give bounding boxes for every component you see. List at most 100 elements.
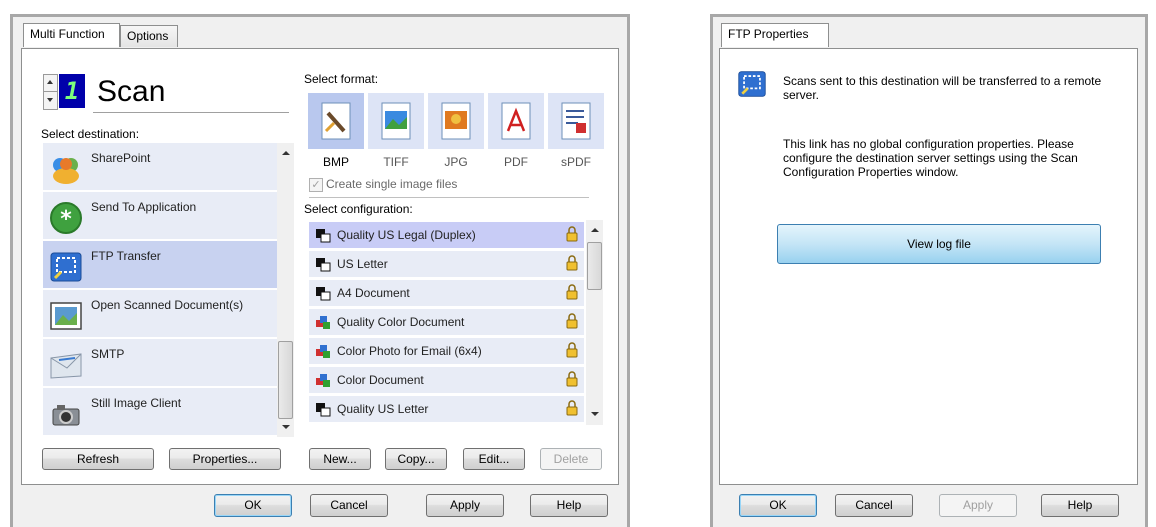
new-config-button[interactable]: New...: [309, 448, 371, 470]
ok-button[interactable]: OK: [739, 494, 817, 517]
lock-icon: [566, 255, 578, 271]
configuration-label: Color Document: [337, 373, 424, 387]
bw-config-icon: [316, 229, 331, 243]
format-pdf-label: PDF: [504, 155, 528, 169]
configuration-item[interactable]: Quality Color Document: [309, 309, 584, 335]
tab-multi-function[interactable]: Multi Function: [23, 23, 120, 47]
select-format-label: Select format:: [304, 72, 379, 86]
tab-options[interactable]: Options: [120, 25, 178, 47]
lock-icon: [566, 400, 578, 416]
tiff-format-icon: [381, 102, 411, 140]
destination-label: Send To Application: [91, 200, 197, 214]
scroll-down-icon[interactable]: [591, 412, 599, 416]
format-jpg-label: JPG: [444, 155, 468, 169]
destination-label: Open Scanned Document(s): [91, 298, 244, 312]
color-config-icon: [316, 316, 330, 329]
help-button[interactable]: Help: [530, 494, 608, 517]
spdf-format-icon: [561, 102, 591, 140]
format-bmp-label: BMP: [322, 155, 349, 169]
properties-button[interactable]: Properties...: [169, 448, 281, 470]
tab-ftp-properties[interactable]: FTP Properties: [721, 23, 829, 47]
destination-item-still-image-client[interactable]: Still Image Client: [43, 388, 283, 435]
cancel-button[interactable]: Cancel: [835, 494, 913, 517]
ftp-description: Scans sent to this destination will be t…: [783, 74, 1102, 102]
destination-label: Still Image Client: [91, 396, 182, 410]
ftp-properties-panel: [719, 48, 1138, 485]
help-button[interactable]: Help: [1041, 494, 1119, 517]
cancel-button[interactable]: Cancel: [310, 494, 388, 517]
ftp-transfer-icon: [50, 252, 82, 282]
configuration-item[interactable]: Quality US Letter: [309, 396, 584, 422]
scroll-thumb[interactable]: [587, 242, 602, 290]
ok-button[interactable]: OK: [214, 494, 292, 517]
bw-config-icon: [316, 403, 331, 417]
select-destination-label: Select destination:: [41, 127, 140, 141]
lock-icon: [566, 226, 578, 242]
apply-button[interactable]: Apply: [426, 494, 504, 517]
pdf-format-icon: [501, 102, 531, 140]
configuration-label: US Letter: [337, 257, 388, 271]
scroll-up-icon[interactable]: [282, 151, 290, 155]
destination-item-ftp-transfer[interactable]: FTP Transfer: [43, 241, 283, 288]
format-bmp-button[interactable]: [308, 93, 364, 149]
destination-item-sharepoint[interactable]: SharePoint: [43, 143, 283, 190]
scan-counter-spinner[interactable]: [43, 74, 58, 110]
configuration-scrollbar[interactable]: [586, 220, 603, 425]
multi-function-dialog: Multi Function Options 1 Scan Select des…: [10, 14, 630, 527]
color-config-icon: [316, 374, 330, 387]
refresh-button[interactable]: Refresh: [42, 448, 154, 470]
format-jpg-button[interactable]: [428, 93, 484, 149]
configuration-label: Quality Color Document: [337, 315, 465, 329]
destination-label: FTP Transfer: [91, 249, 161, 263]
apply-button[interactable]: Apply: [939, 494, 1017, 517]
format-spdf-button[interactable]: [548, 93, 604, 149]
lock-icon: [566, 284, 578, 300]
bw-config-icon: [316, 258, 331, 272]
destination-item-open-scanned-documents[interactable]: Open Scanned Document(s): [43, 290, 283, 337]
configuration-label: A4 Document: [337, 286, 410, 300]
destination-label: SMTP: [91, 347, 125, 361]
copy-config-button[interactable]: Copy...: [385, 448, 447, 470]
format-pdf-button[interactable]: [488, 93, 544, 149]
scan-counter-display: 1: [59, 74, 85, 108]
destination-scrollbar[interactable]: [277, 143, 294, 437]
configuration-item[interactable]: Quality US Legal (Duplex): [309, 222, 584, 248]
configuration-item[interactable]: Color Document: [309, 367, 584, 393]
destination-label: SharePoint: [91, 151, 151, 165]
ftp-properties-dialog: FTP Properties Scans sent to this destin…: [710, 14, 1148, 527]
bw-config-icon: [316, 287, 331, 301]
lock-icon: [566, 313, 578, 329]
scan-title: Scan: [97, 75, 166, 108]
configuration-item[interactable]: A4 Document: [309, 280, 584, 306]
configuration-item[interactable]: Color Photo for Email (6x4): [309, 338, 584, 364]
format-tiff-label: TIFF: [383, 155, 409, 169]
scroll-up-icon[interactable]: [591, 228, 599, 232]
create-single-image-checkbox[interactable]: ✓: [309, 178, 323, 192]
select-configuration-label: Select configuration:: [304, 202, 413, 216]
destination-item-send-to-application[interactable]: * Send To Application: [43, 192, 283, 239]
format-tiff-button[interactable]: [368, 93, 424, 149]
configuration-list: Quality US Legal (Duplex) US Letter A4 D…: [309, 220, 605, 425]
bmp-format-icon: [321, 102, 351, 140]
view-log-file-button[interactable]: View log file: [777, 224, 1101, 264]
configuration-item[interactable]: US Letter: [309, 251, 584, 277]
destination-item-smtp[interactable]: SMTP: [43, 339, 283, 386]
lock-icon: [566, 342, 578, 358]
destination-list: SharePoint * Send To Application FTP Tra…: [39, 143, 303, 437]
color-config-icon: [316, 345, 330, 358]
spin-down-icon[interactable]: [47, 98, 53, 102]
jpg-format-icon: [441, 102, 471, 140]
spin-up-icon[interactable]: [47, 80, 53, 84]
ftp-transfer-icon: [738, 71, 766, 97]
still-image-client-icon: [52, 405, 80, 426]
scroll-down-icon[interactable]: [282, 425, 290, 429]
lock-icon: [566, 371, 578, 387]
edit-config-button[interactable]: Edit...: [463, 448, 525, 470]
scroll-thumb[interactable]: [278, 341, 293, 419]
open-scanned-document-icon: [50, 302, 82, 330]
send-to-application-icon: *: [50, 202, 82, 234]
svg-text:*: *: [60, 207, 72, 232]
configuration-label: Color Photo for Email (6x4): [337, 344, 482, 358]
delete-config-button[interactable]: Delete: [540, 448, 602, 470]
smtp-icon: [50, 353, 82, 379]
